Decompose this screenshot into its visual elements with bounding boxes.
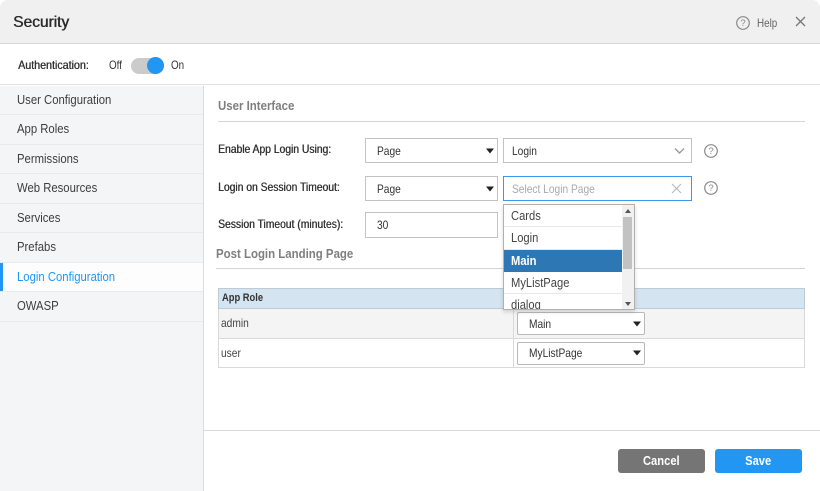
svg-text:?: ?: [708, 146, 713, 157]
svg-text:?: ?: [708, 183, 713, 194]
svg-text:?: ?: [740, 18, 745, 29]
